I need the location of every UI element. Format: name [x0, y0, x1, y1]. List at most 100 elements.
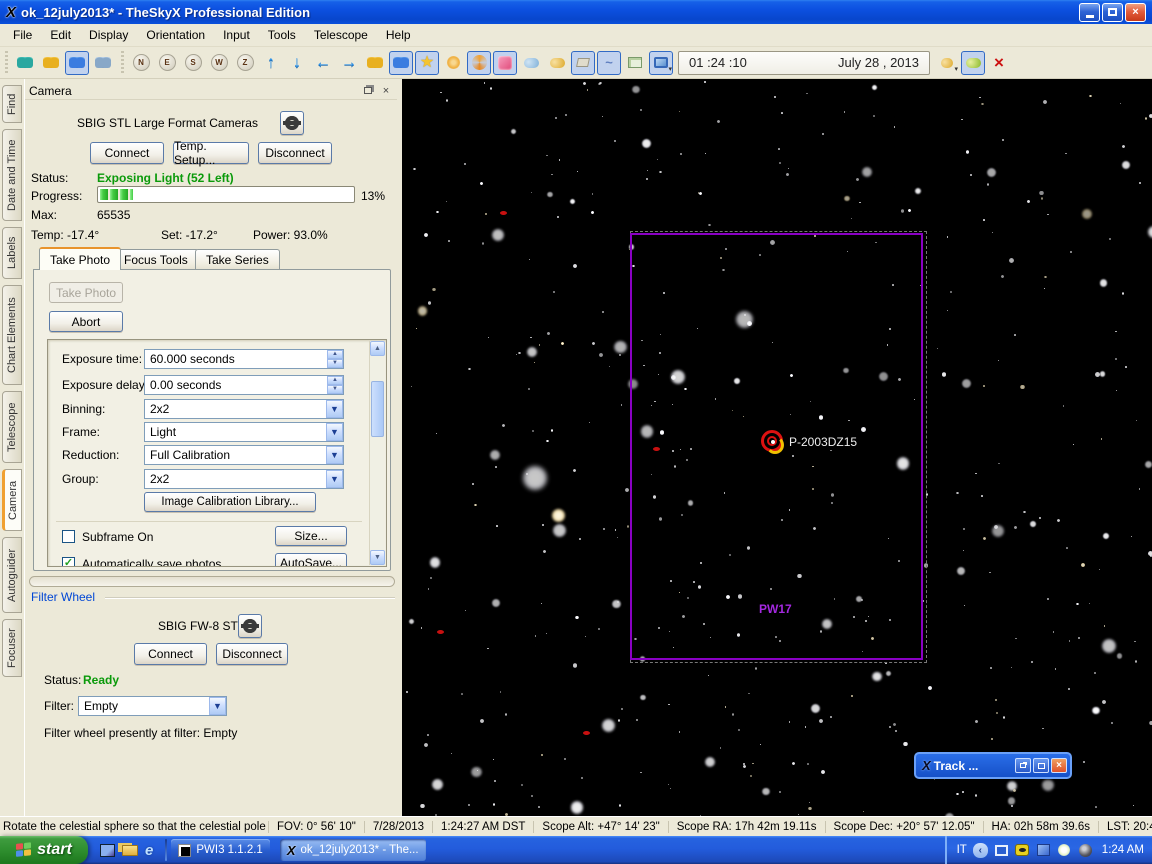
- abort-button[interactable]: Abort: [49, 311, 123, 332]
- sun-toggle-icon[interactable]: [441, 51, 465, 75]
- track-maximize-button[interactable]: [1033, 758, 1049, 773]
- internet-explorer-icon[interactable]: e: [145, 843, 153, 858]
- autosave-button[interactable]: AutoSave...: [275, 553, 347, 567]
- blue-cloud-toggle-icon[interactable]: [519, 51, 543, 75]
- comet-marker-icon[interactable]: [757, 427, 791, 461]
- orbit-view-icon[interactable]: [91, 51, 115, 75]
- network-tray-icon[interactable]: [1036, 843, 1051, 858]
- light-tray-icon[interactable]: [1057, 843, 1072, 858]
- pan-right-button[interactable]: →: [337, 51, 361, 75]
- sky-chart[interactable]: P-2003DZ15 PW17 X Track ... ×: [402, 79, 1152, 816]
- sidebar-tab-camera[interactable]: Camera: [2, 469, 22, 531]
- look-zenith-button[interactable]: Z: [233, 51, 257, 75]
- show-desktop-icon[interactable]: [100, 844, 115, 857]
- menu-input[interactable]: Input: [214, 25, 259, 45]
- tab-focus-tools[interactable]: Focus Tools: [113, 249, 199, 270]
- exposure-delay-spinner[interactable]: ▲▼: [327, 376, 343, 394]
- camera-settings-gear-button[interactable]: [280, 111, 304, 135]
- camera-tray-icon[interactable]: [1078, 843, 1093, 858]
- gold-binoculars2-icon[interactable]: [363, 51, 387, 75]
- menu-file[interactable]: File: [4, 25, 41, 45]
- toolbar-drag-handle[interactable]: [119, 51, 125, 75]
- scroll-down-icon[interactable]: ▼: [370, 550, 385, 565]
- gold-cloud-toggle-icon[interactable]: [545, 51, 569, 75]
- sidebar-tab-find[interactable]: Find: [2, 85, 22, 123]
- frame-select[interactable]: Light ▼: [144, 422, 344, 442]
- folder-icon[interactable]: [122, 845, 138, 856]
- sidebar-tab-chart-elements[interactable]: Chart Elements: [2, 285, 22, 385]
- filter-wheel-settings-gear-button[interactable]: [238, 614, 262, 638]
- taskbar-task-theskyx[interactable]: X ok_12july2013* - The...: [280, 839, 426, 861]
- reduction-select[interactable]: Full Calibration ▼: [144, 445, 344, 465]
- stars-toggle-icon[interactable]: ★: [415, 51, 439, 75]
- exposure-delay-input[interactable]: 0.00 seconds ▲▼: [144, 375, 344, 395]
- sidebar-tab-date-and-time[interactable]: Date and Time: [2, 129, 22, 221]
- galaxy-toggle-icon[interactable]: [467, 51, 491, 75]
- menu-tools[interactable]: Tools: [259, 25, 305, 45]
- pan-left-button[interactable]: ←: [311, 51, 335, 75]
- panel-float-icon[interactable]: [361, 84, 375, 97]
- chevron-down-icon[interactable]: ▼: [326, 423, 343, 441]
- filter-wheel-disconnect-button[interactable]: Disconnect: [216, 643, 288, 665]
- stop-time-button[interactable]: ×: [987, 51, 1011, 75]
- exposure-time-spinner[interactable]: ▲▼: [327, 350, 343, 368]
- window-tray-icon[interactable]: [994, 843, 1009, 858]
- size-button[interactable]: Size...: [275, 526, 347, 546]
- menu-orientation[interactable]: Orientation: [137, 25, 214, 45]
- go-forward-time-icon[interactable]: [961, 51, 985, 75]
- panel-horizontal-scrollbar[interactable]: [29, 576, 395, 587]
- binning-select[interactable]: 2x2 ▼: [144, 399, 344, 419]
- toolbar-drag-handle[interactable]: [3, 51, 9, 75]
- chevron-down-icon[interactable]: ▼: [326, 446, 343, 464]
- tray-collapse-chevron-icon[interactable]: ‹: [973, 843, 988, 858]
- close-button[interactable]: ×: [1125, 3, 1146, 22]
- subframe-on-checkbox[interactable]: [62, 530, 75, 543]
- chevron-down-icon[interactable]: ▼: [326, 400, 343, 418]
- group-select[interactable]: 2x2 ▼: [144, 469, 344, 489]
- form-vertical-scrollbar[interactable]: ▲ ▼: [369, 341, 384, 565]
- find-blue-binoculars-icon[interactable]: [65, 51, 89, 75]
- maximize-button[interactable]: [1102, 3, 1123, 22]
- pan-down-button[interactable]: ↓: [285, 51, 309, 75]
- track-mini-window[interactable]: X Track ... ×: [914, 752, 1072, 779]
- language-indicator[interactable]: IT: [957, 844, 967, 856]
- menu-help[interactable]: Help: [377, 25, 420, 45]
- exposure-time-input[interactable]: 60.000 seconds ▲▼: [144, 349, 344, 369]
- menu-display[interactable]: Display: [80, 25, 137, 45]
- scrollbar-thumb[interactable]: [371, 381, 384, 437]
- taskbar-task-pwi3[interactable]: PWI3 1.1.2.1: [171, 839, 269, 861]
- labels-toggle-icon[interactable]: [571, 51, 595, 75]
- find-gold-binoculars-icon[interactable]: [39, 51, 63, 75]
- track-restore-button[interactable]: [1015, 758, 1031, 773]
- find-teal-binoculars-icon[interactable]: [13, 51, 37, 75]
- menu-edit[interactable]: Edit: [41, 25, 80, 45]
- computer-time-icon[interactable]: ▾: [649, 51, 673, 75]
- scroll-up-icon[interactable]: ▲: [370, 341, 385, 356]
- camera-disconnect-button[interactable]: Disconnect: [258, 142, 332, 164]
- track-close-button[interactable]: ×: [1051, 758, 1067, 773]
- chart-frame-icon[interactable]: [623, 51, 647, 75]
- look-east-button[interactable]: E: [155, 51, 179, 75]
- chevron-down-icon[interactable]: ▼: [326, 470, 343, 488]
- time-date-display[interactable]: 01 :24 :10 July 28 , 2013: [678, 51, 930, 75]
- panel-close-icon[interactable]: ×: [379, 84, 393, 97]
- blue-figure-icon[interactable]: [389, 51, 413, 75]
- eye-tray-icon[interactable]: [1015, 843, 1030, 858]
- tab-take-series[interactable]: Take Series: [195, 249, 280, 270]
- sidebar-tab-labels[interactable]: Labels: [2, 227, 22, 279]
- look-north-button[interactable]: N: [129, 51, 153, 75]
- sidebar-tab-focuser[interactable]: Focuser: [2, 619, 22, 677]
- menu-telescope[interactable]: Telescope: [305, 25, 377, 45]
- pan-up-button[interactable]: ↑: [259, 51, 283, 75]
- constellation-lines-toggle-icon[interactable]: ~: [597, 51, 621, 75]
- start-button[interactable]: start: [0, 836, 88, 864]
- camera-connect-button[interactable]: Connect: [90, 142, 164, 164]
- nebula-toggle-icon[interactable]: [493, 51, 517, 75]
- time-step-icon[interactable]: ▾: [935, 51, 959, 75]
- camera-temp-setup-button[interactable]: Temp. Setup...: [173, 142, 249, 164]
- filter-select[interactable]: Empty ▼: [78, 696, 227, 716]
- autosave-checkbox[interactable]: ✓: [62, 557, 75, 567]
- chevron-down-icon[interactable]: ▼: [209, 697, 226, 715]
- sidebar-tab-telescope[interactable]: Telescope: [2, 391, 22, 463]
- look-south-button[interactable]: S: [181, 51, 205, 75]
